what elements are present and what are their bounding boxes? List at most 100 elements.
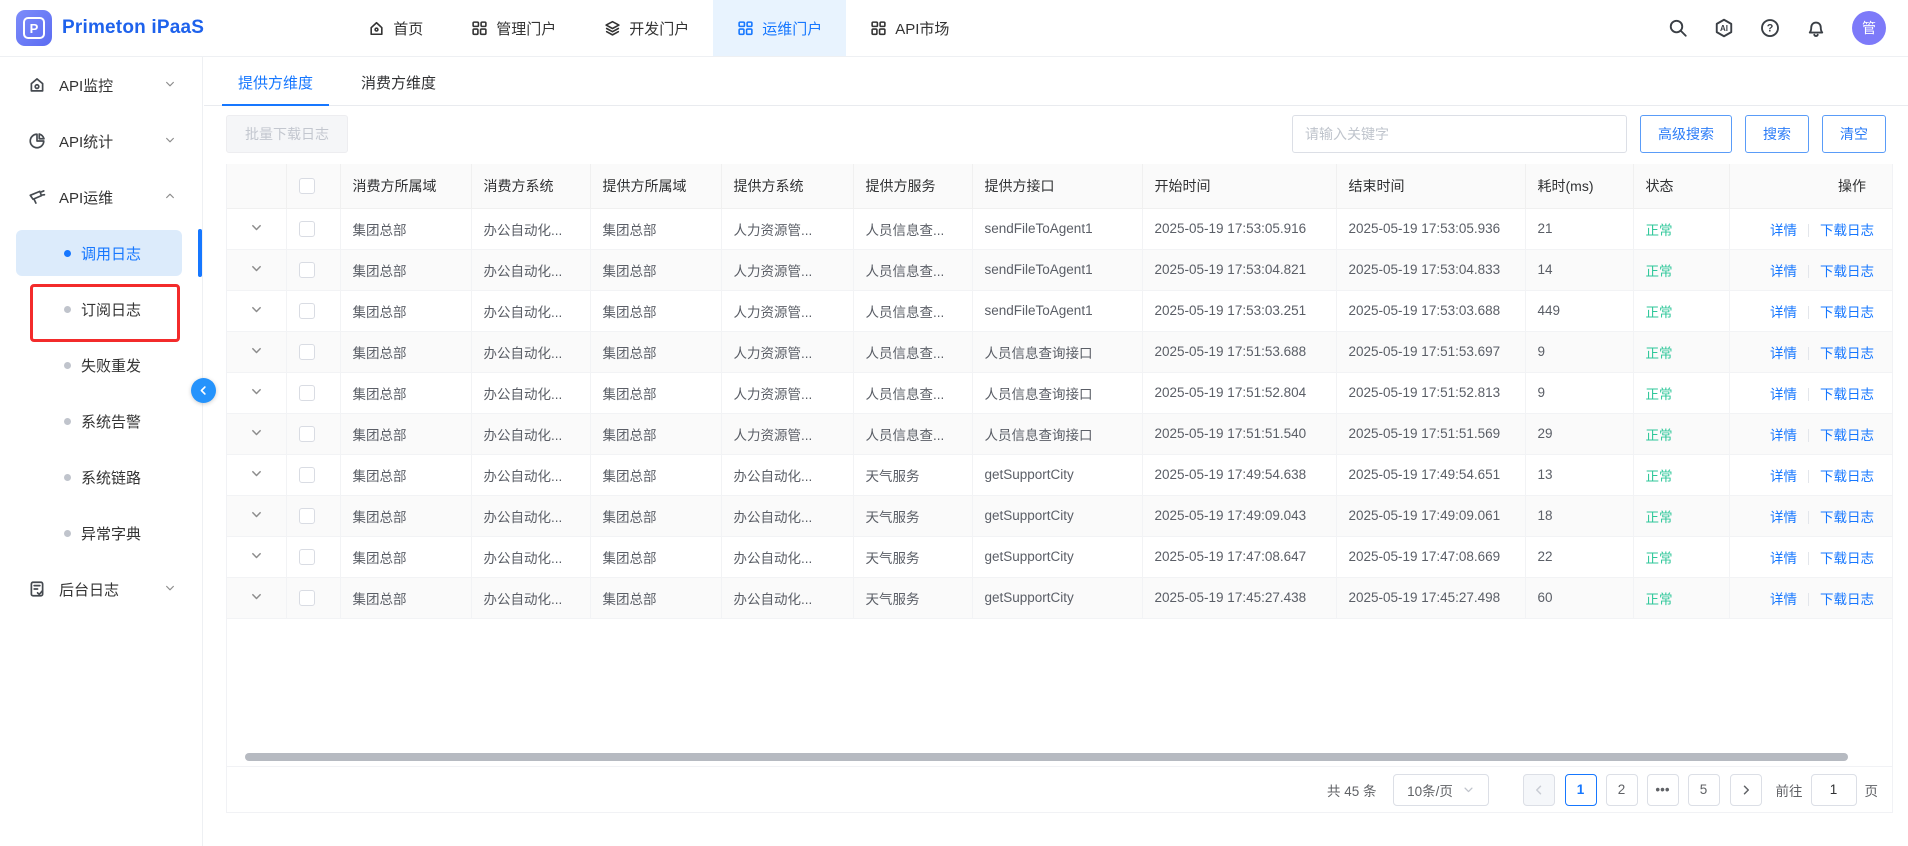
download-log-link[interactable]: 下载日志 (1820, 551, 1874, 566)
detail-link[interactable]: 详情 (1770, 551, 1797, 566)
download-log-link[interactable]: 下载日志 (1820, 264, 1874, 279)
table-cell: 人力资源管... (721, 372, 853, 413)
table-row[interactable]: 集团总部办公自动化...集团总部人力资源管...人员信息查...人员信息查询接口… (227, 372, 1892, 413)
topbar-nav-item[interactable]: 开发门户 (580, 0, 713, 56)
download-log-link[interactable]: 下载日志 (1820, 346, 1874, 361)
row-checkbox[interactable] (299, 508, 315, 524)
row-checkbox[interactable] (299, 385, 315, 401)
table-cell: 办公自动化... (721, 536, 853, 577)
table-row[interactable]: 集团总部办公自动化...集团总部人力资源管...人员信息查...sendFile… (227, 249, 1892, 290)
page-button-5[interactable]: 5 (1688, 774, 1720, 806)
goto-page-input[interactable] (1811, 774, 1857, 806)
sidebar-group-API运维[interactable]: API运维 (0, 169, 202, 225)
expand-row-icon[interactable] (250, 222, 263, 237)
detail-link[interactable]: 详情 (1770, 264, 1797, 279)
bullet-icon (64, 362, 71, 369)
download-log-link[interactable]: 下载日志 (1820, 469, 1874, 484)
sidebar-item-异常字典[interactable]: 异常字典 (0, 505, 202, 561)
detail-link[interactable]: 详情 (1770, 223, 1797, 238)
sidebar-item-订阅日志[interactable]: 订阅日志 (0, 281, 202, 337)
download-log-link[interactable]: 下载日志 (1820, 428, 1874, 443)
detail-link[interactable]: 详情 (1770, 305, 1797, 320)
topbar-nav-item[interactable]: 管理门户 (447, 0, 580, 56)
detail-link[interactable]: 详情 (1770, 428, 1797, 443)
batch-download-button[interactable]: 批量下载日志 (226, 115, 348, 153)
topbar-nav-item[interactable]: 运维门户 (713, 0, 846, 56)
sidebar-item-系统链路[interactable]: 系统链路 (0, 449, 202, 505)
bell-icon[interactable] (1806, 18, 1826, 38)
tab-消费方维度[interactable]: 消费方维度 (359, 60, 438, 105)
ai-icon[interactable]: AI (1714, 18, 1734, 38)
clear-button[interactable]: 清空 (1822, 115, 1886, 153)
download-log-link[interactable]: 下载日志 (1820, 223, 1874, 238)
download-log-link[interactable]: 下载日志 (1820, 592, 1874, 607)
select-all-checkbox[interactable] (299, 178, 315, 194)
table-cell: 天气服务 (853, 495, 972, 536)
row-checkbox[interactable] (299, 344, 315, 360)
row-checkbox[interactable] (299, 467, 315, 483)
expand-row-icon[interactable] (250, 550, 263, 565)
expand-row-icon[interactable] (250, 468, 263, 483)
sidebar-item-失败重发[interactable]: 失败重发 (0, 337, 202, 393)
table-cell: 2025-05-19 17:51:52.813 (1336, 372, 1525, 413)
row-checkbox[interactable] (299, 590, 315, 606)
table-row[interactable]: 集团总部办公自动化...集团总部办公自动化...天气服务getSupportCi… (227, 495, 1892, 536)
expand-row-icon[interactable] (250, 427, 263, 442)
row-checkbox[interactable] (299, 426, 315, 442)
table-cell: 办公自动化... (471, 290, 590, 331)
row-checkbox[interactable] (299, 303, 315, 319)
sidebar-item-调用日志[interactable]: 调用日志 (0, 225, 202, 281)
table-row[interactable]: 集团总部办公自动化...集团总部办公自动化...天气服务getSupportCi… (227, 454, 1892, 495)
sidebar-group-API统计[interactable]: API统计 (0, 113, 202, 169)
horizontal-scrollbar[interactable] (245, 753, 1848, 761)
detail-link[interactable]: 详情 (1770, 387, 1797, 402)
table-row[interactable]: 集团总部办公自动化...集团总部人力资源管...人员信息查...人员信息查询接口… (227, 331, 1892, 372)
table-row[interactable]: 集团总部办公自动化...集团总部办公自动化...天气服务getSupportCi… (227, 536, 1892, 577)
table-row[interactable]: 集团总部办公自动化...集团总部人力资源管...人员信息查...人员信息查询接口… (227, 413, 1892, 454)
expand-row-icon[interactable] (250, 304, 263, 319)
table-row[interactable]: 集团总部办公自动化...集团总部人力资源管...人员信息查...sendFile… (227, 208, 1892, 249)
download-log-link[interactable]: 下载日志 (1820, 387, 1874, 402)
expand-row-icon[interactable] (250, 509, 263, 524)
advanced-search-button[interactable]: 高级搜索 (1640, 115, 1732, 153)
sidebar-group-后台日志[interactable]: 后台日志 (0, 561, 202, 617)
page-button-2[interactable]: 2 (1606, 774, 1638, 806)
prev-page-button[interactable] (1523, 774, 1555, 806)
row-checkbox[interactable] (299, 221, 315, 237)
sidebar-collapse-button[interactable] (191, 378, 216, 403)
expand-row-icon[interactable] (250, 345, 263, 360)
keyword-search-input[interactable] (1292, 115, 1627, 153)
row-checkbox[interactable] (299, 549, 315, 565)
search-icon[interactable] (1668, 18, 1688, 38)
download-log-link[interactable]: 下载日志 (1820, 510, 1874, 525)
brand[interactable]: P Primeton iPaaS (0, 0, 224, 56)
help-icon[interactable]: ? (1760, 18, 1780, 38)
page-size-select[interactable]: 10条/页 (1393, 774, 1489, 806)
expand-row-icon[interactable] (250, 386, 263, 401)
table-row[interactable]: 集团总部办公自动化...集团总部办公自动化...天气服务getSupportCi… (227, 577, 1892, 618)
log-table-card: 消费方所属域 消费方系统 提供方所属域 提供方系统 提供方服务 提供方接口 开始… (226, 164, 1893, 813)
download-log-link[interactable]: 下载日志 (1820, 305, 1874, 320)
expand-row-icon[interactable] (250, 591, 263, 606)
topbar-nav-item[interactable]: 首页 (344, 0, 447, 56)
avatar[interactable]: 管 (1852, 11, 1886, 45)
page-ellipsis-button[interactable]: ••• (1647, 774, 1679, 806)
sidebar-group-API监控[interactable]: API监控 (0, 57, 202, 113)
tab-提供方维度[interactable]: 提供方维度 (236, 60, 315, 105)
bullet-icon (64, 474, 71, 481)
row-checkbox[interactable] (299, 262, 315, 278)
search-button[interactable]: 搜索 (1745, 115, 1809, 153)
next-page-button[interactable] (1730, 774, 1762, 806)
expand-row-icon[interactable] (250, 263, 263, 278)
table-row[interactable]: 集团总部办公自动化...集团总部人力资源管...人员信息查...sendFile… (227, 290, 1892, 331)
detail-link[interactable]: 详情 (1770, 469, 1797, 484)
page-button-1[interactable]: 1 (1565, 774, 1597, 806)
table-cell: getSupportCity (972, 454, 1142, 495)
detail-link[interactable]: 详情 (1770, 592, 1797, 607)
detail-link[interactable]: 详情 (1770, 510, 1797, 525)
topbar-nav-item[interactable]: API市场 (846, 0, 973, 56)
detail-link[interactable]: 详情 (1770, 346, 1797, 361)
sidebar-item-label: 调用日志 (81, 243, 141, 264)
chevron-down-icon (164, 133, 176, 150)
sidebar-item-系统告警[interactable]: 系统告警 (0, 393, 202, 449)
